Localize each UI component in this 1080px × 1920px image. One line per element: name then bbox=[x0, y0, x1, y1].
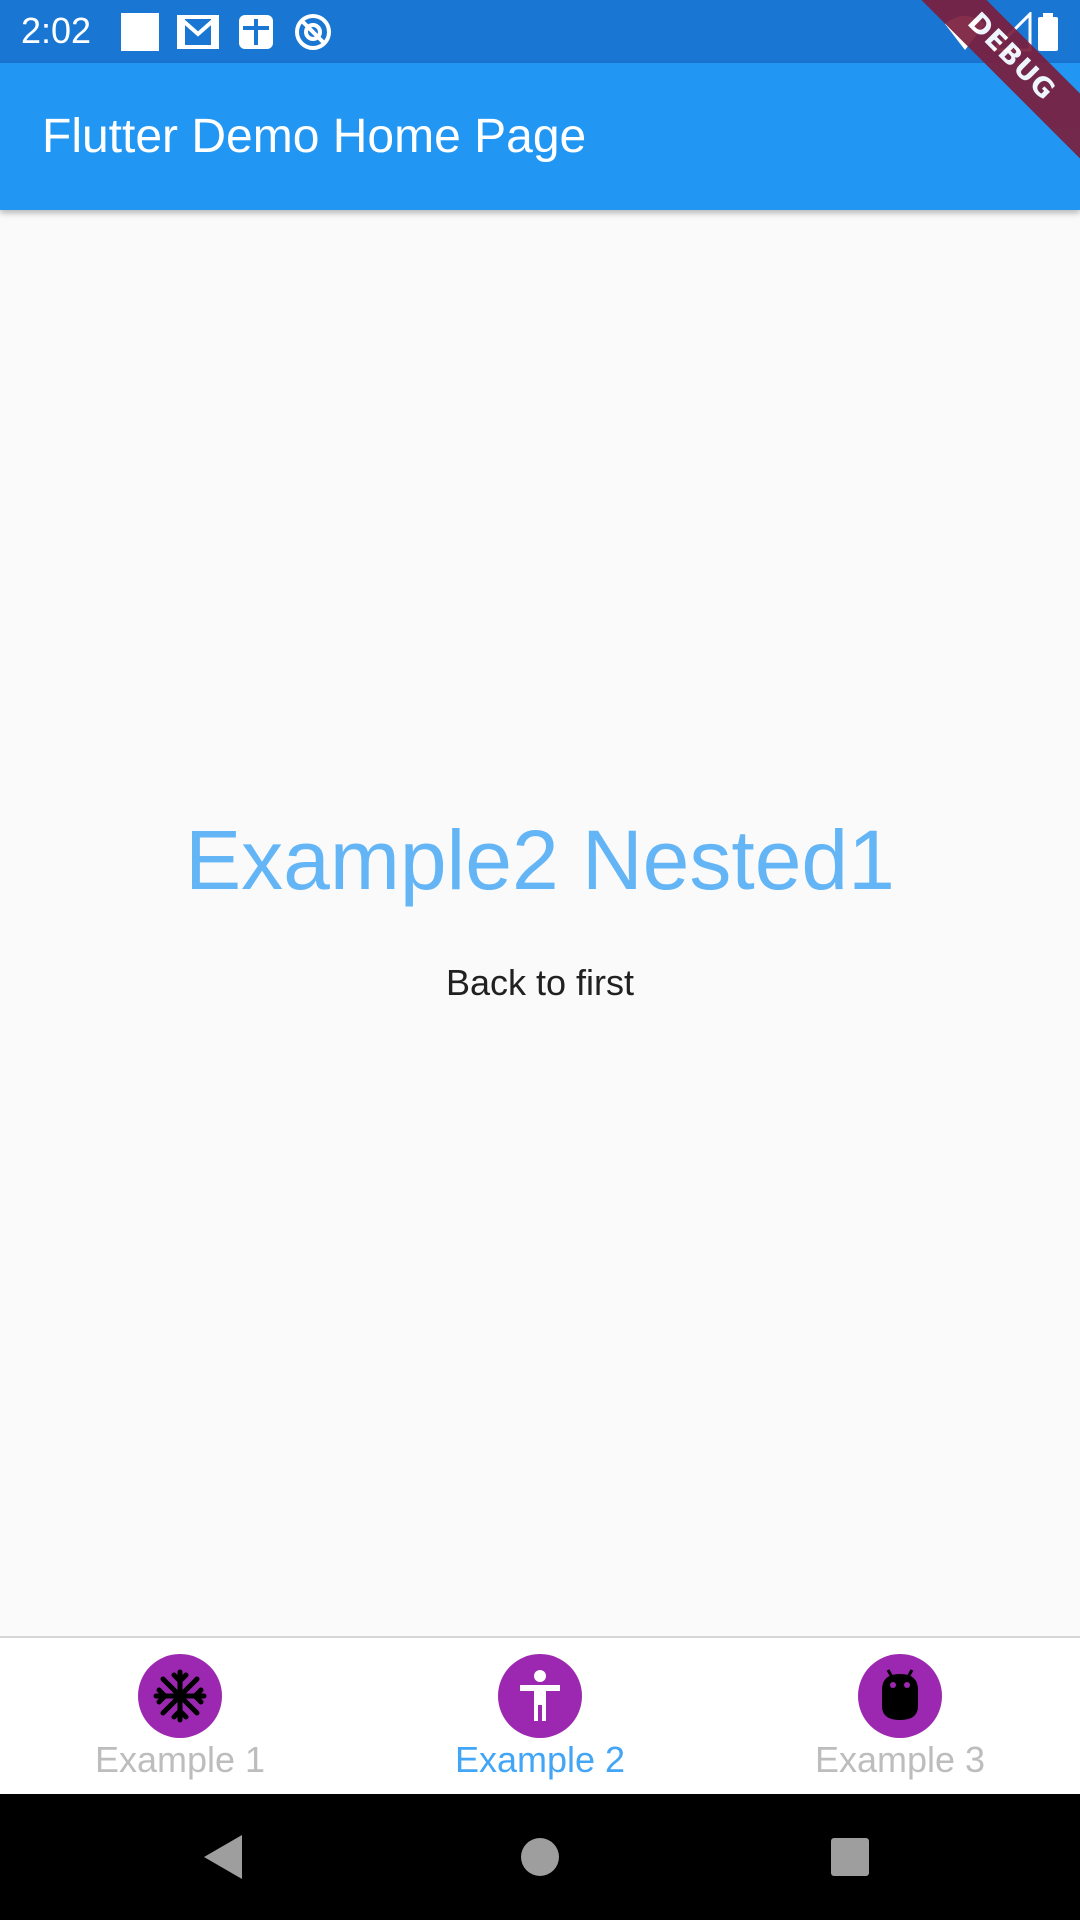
home-circle-icon[interactable] bbox=[510, 1827, 570, 1887]
bottom-nav-label-example-3: Example 3 bbox=[814, 1739, 986, 1780]
app-title: Flutter Demo Home Page bbox=[42, 110, 587, 163]
back-triangle-icon[interactable] bbox=[196, 1827, 256, 1887]
page-body: Example2 Nested1 Back to first bbox=[0, 210, 1080, 1636]
app-screen: 2:02 Flutter Demo Home Page DEBUG Exampl… bbox=[0, 0, 1080, 1920]
bottom-nav-item-example-1[interactable]: Example 1 bbox=[0, 1638, 360, 1796]
back-to-first-button[interactable]: Back to first bbox=[400, 943, 680, 1023]
battery-icon bbox=[1036, 12, 1060, 57]
snowflake-icon bbox=[138, 1654, 222, 1738]
at-sign-icon bbox=[293, 12, 333, 57]
square-notification-icon bbox=[120, 12, 160, 57]
bottom-nav-label-example-2: Example 2 bbox=[454, 1739, 626, 1780]
app-bar: Flutter Demo Home Page bbox=[0, 63, 1080, 210]
system-navigation-bar bbox=[0, 1794, 1080, 1920]
bottom-nav-label-example-1: Example 1 bbox=[94, 1739, 266, 1780]
status-time: 2:02 bbox=[21, 10, 92, 51]
bottom-navigation-bar: Example 1 Example 2 Example 3 bbox=[0, 1636, 1080, 1796]
status-bar: 2:02 bbox=[0, 0, 1080, 63]
accessibility-icon bbox=[498, 1654, 582, 1738]
recents-square-icon[interactable] bbox=[820, 1827, 880, 1887]
gmail-icon bbox=[177, 12, 219, 57]
signal-icon bbox=[990, 10, 1032, 57]
android-icon bbox=[858, 1654, 942, 1738]
bottom-nav-item-example-2[interactable]: Example 2 bbox=[360, 1638, 720, 1796]
page-heading: Example2 Nested1 bbox=[185, 813, 895, 907]
app-notification-icon bbox=[236, 12, 276, 57]
bottom-nav-item-example-3[interactable]: Example 3 bbox=[720, 1638, 1080, 1796]
wifi-icon bbox=[943, 12, 987, 57]
